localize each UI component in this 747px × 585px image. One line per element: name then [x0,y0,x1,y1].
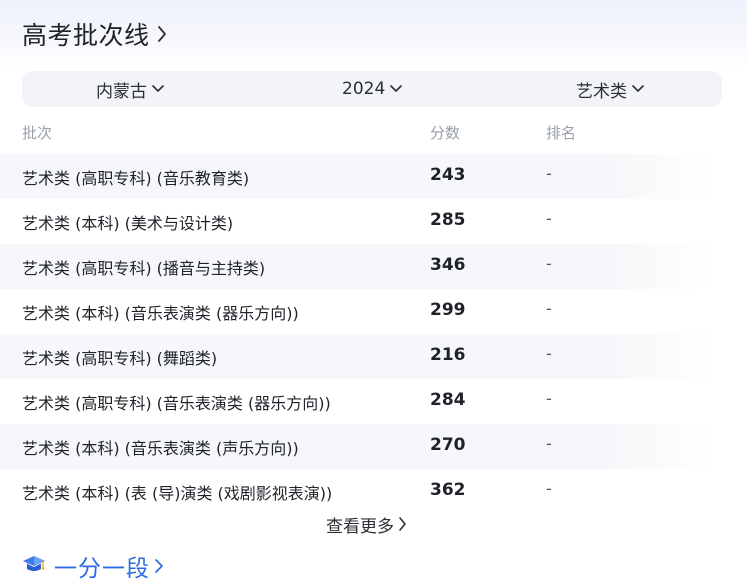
table-row: 艺术类 (本科) (表 (导)演类 (戏剧影视表演)) 362 - [0,469,716,514]
batch-name: 艺术类 (高职专科) (音乐教育类) [22,169,250,188]
batch-rank: - [546,344,552,363]
batch-name: 艺术类 (本科) (美术与设计类) [22,214,234,233]
table-row: 艺术类 (本科) (音乐表演类 (声乐方向)) 270 - [0,424,716,469]
table-row: 艺术类 (本科) (美术与设计类) 285 - [0,199,716,244]
batch-name: 艺术类 (高职专科) (播音与主持类) [22,259,266,278]
table-row: 艺术类 (本科) (音乐表演类 (器乐方向)) 299 - [0,289,716,334]
column-header-score: 分数 [430,124,461,142]
column-header-batch: 批次 [22,124,53,142]
category-dropdown-label: 艺术类 [576,81,627,102]
chevron-down-icon [151,84,165,94]
batch-score: 284 [430,390,466,410]
view-more-button[interactable]: 查看更多 [326,512,407,537]
batch-rank: - [546,254,552,273]
section-title-score-distribution: 一分一段 [54,556,150,582]
batch-name: 艺术类 (本科) (音乐表演类 (器乐方向)) [22,304,299,323]
batch-rank: - [546,389,552,408]
year-dropdown[interactable]: 2024 [342,71,403,107]
graduation-cap-icon [22,553,46,579]
view-more-label: 查看更多 [326,516,394,537]
table-row: 艺术类 (高职专科) (音乐表演类 (器乐方向)) 284 - [0,379,716,424]
batch-score: 216 [430,345,466,365]
batch-name: 艺术类 (本科) (表 (导)演类 (戏剧影视表演)) [22,484,333,503]
batch-rank: - [546,479,552,498]
batch-name: 艺术类 (高职专科) (音乐表演类 (器乐方向)) [22,394,331,413]
page-title-link[interactable]: 高考批次线 [22,16,168,52]
score-distribution-link[interactable]: 一分一段 [22,550,164,582]
batch-score: 243 [430,165,466,185]
batch-name: 艺术类 (本科) (音乐表演类 (声乐方向)) [22,439,299,458]
table-row: 艺术类 (高职专科) (音乐教育类) 243 - [0,154,716,199]
batch-rank: - [546,164,552,183]
chevron-right-icon [156,24,168,44]
batch-score: 299 [430,300,466,320]
batch-score: 346 [430,255,466,275]
category-dropdown[interactable]: 艺术类 [576,71,645,107]
year-dropdown-label: 2024 [342,79,386,99]
filter-bar: 内蒙古 2024 艺术类 [22,71,722,107]
province-dropdown[interactable]: 内蒙古 [96,71,165,107]
batch-rank: - [546,209,552,228]
batch-score: 362 [430,480,466,500]
table-row: 艺术类 (高职专科) (舞蹈类) 216 - [0,334,716,379]
chevron-right-icon [154,557,164,575]
batch-rank: - [546,299,552,318]
chevron-right-icon [398,516,407,532]
chevron-down-icon [631,84,645,94]
batch-score: 270 [430,435,466,455]
batch-score: 285 [430,210,466,230]
column-header-rank: 排名 [546,124,577,142]
table-row: 艺术类 (高职专科) (播音与主持类) 346 - [0,244,716,289]
batch-rank: - [546,434,552,453]
chevron-down-icon [389,84,403,94]
province-dropdown-label: 内蒙古 [96,81,147,102]
table-header: 批次 分数 排名 [22,120,722,144]
page-title: 高考批次线 [22,21,150,50]
batch-name: 艺术类 (高职专科) (舞蹈类) [22,349,218,368]
